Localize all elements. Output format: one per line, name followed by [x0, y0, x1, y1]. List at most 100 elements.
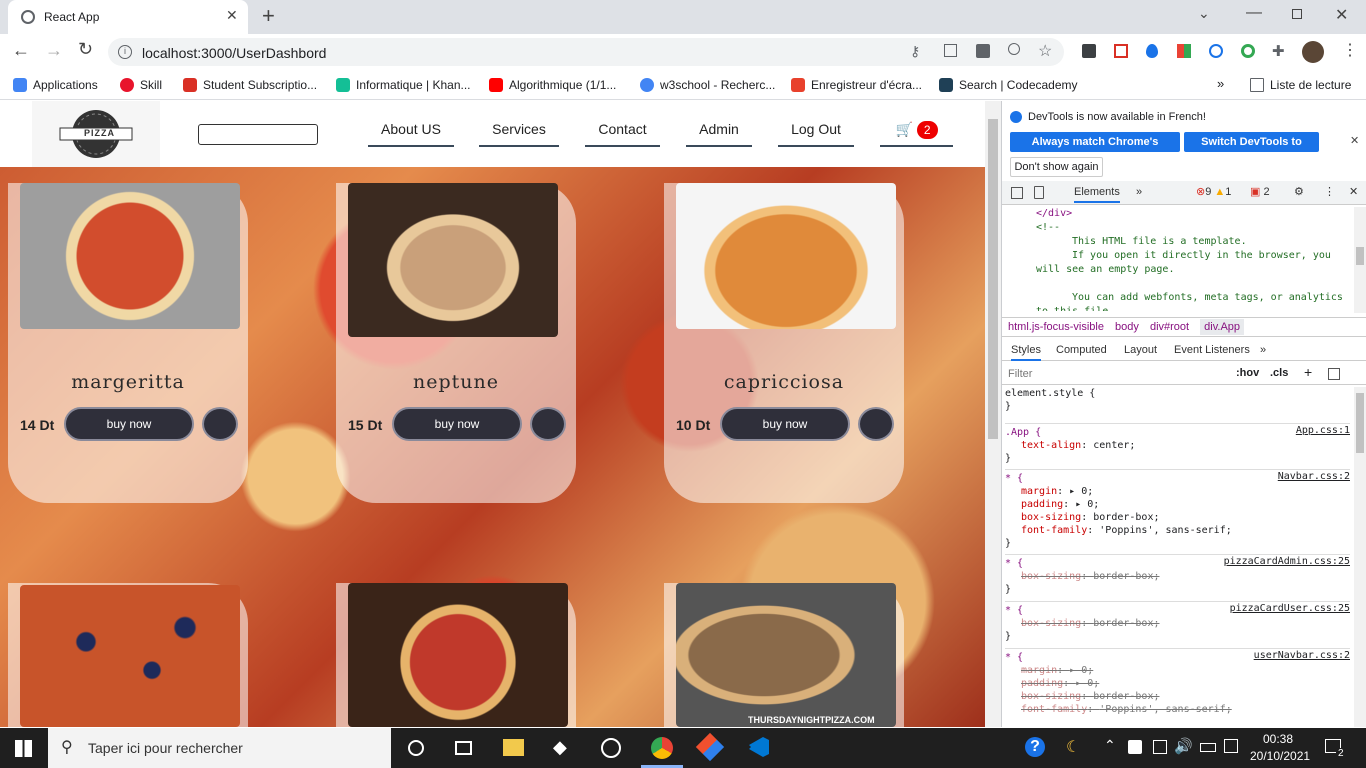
- css-property[interactable]: box-sizing: border-box;: [1005, 690, 1350, 703]
- nav-logout[interactable]: Log Out: [778, 121, 854, 147]
- css-property[interactable]: box-sizing: border-box;: [1005, 511, 1350, 524]
- key-icon[interactable]: ⚷: [910, 43, 920, 60]
- rule-source[interactable]: userNavbar.css:2: [1254, 649, 1350, 662]
- taskbar-search[interactable]: ⚲ Taper ici pour rechercher: [48, 728, 391, 768]
- url-text[interactable]: localhost:3000/UserDashbord: [142, 45, 326, 61]
- nav-services[interactable]: Services: [479, 121, 559, 147]
- nav-contact[interactable]: Contact: [585, 121, 660, 147]
- css-property[interactable]: box-sizing: border-box;: [1005, 617, 1350, 630]
- favorite-button[interactable]: [530, 407, 566, 441]
- translate-icon[interactable]: [976, 44, 990, 58]
- file-explorer-icon[interactable]: [503, 739, 524, 756]
- minimize-icon[interactable]: —: [1246, 4, 1262, 22]
- css-property[interactable]: margin: ▸ 0;: [1005, 664, 1350, 677]
- clock-time[interactable]: 00:38: [1263, 732, 1293, 746]
- rule-selector[interactable]: .App {: [1005, 427, 1041, 438]
- dom-line[interactable]: <!--: [1002, 221, 1354, 235]
- git-icon[interactable]: [695, 732, 725, 762]
- dom-line[interactable]: This HTML file is a template.: [1002, 235, 1354, 249]
- subtab-layout[interactable]: Layout: [1124, 339, 1157, 361]
- menu-kebab-icon[interactable]: ⋮: [1342, 40, 1358, 60]
- css-property[interactable]: font-family: 'Poppins', sans-serif;: [1005, 524, 1350, 537]
- always-match-button[interactable]: Always match Chrome's language: [1010, 132, 1180, 168]
- rule-selector[interactable]: * {: [1005, 473, 1023, 484]
- browser-tab[interactable]: React App ✕: [8, 0, 248, 34]
- network-icon[interactable]: [1153, 740, 1167, 754]
- avatar[interactable]: [1302, 41, 1324, 63]
- night-mode-icon[interactable]: ☾: [1066, 737, 1080, 757]
- forward-icon[interactable]: →: [45, 40, 63, 61]
- rule-source[interactable]: pizzaCardAdmin.css:25: [1224, 555, 1350, 568]
- reading-list[interactable]: Liste de lecture: [1250, 76, 1351, 94]
- tab-elements[interactable]: Elements: [1074, 181, 1120, 203]
- css-property[interactable]: box-sizing: border-box;: [1005, 570, 1350, 583]
- extension-circle-icon[interactable]: [1209, 44, 1223, 58]
- chrome-icon[interactable]: [651, 737, 673, 759]
- buy-now-button[interactable]: buy now: [720, 407, 850, 441]
- dom-scrollbar[interactable]: [1354, 207, 1366, 313]
- rule-selector[interactable]: * {: [1005, 605, 1023, 616]
- cortana-icon[interactable]: [408, 740, 424, 756]
- more-tabs-icon[interactable]: »: [1136, 181, 1142, 203]
- buy-now-button[interactable]: buy now: [392, 407, 522, 441]
- inspect-icon[interactable]: [1011, 187, 1023, 199]
- task-view-icon[interactable]: [455, 741, 472, 755]
- device-icon[interactable]: [1034, 186, 1044, 199]
- bookmark-algorithmique[interactable]: Algorithmique (1/1...: [489, 76, 616, 94]
- bookmark-applications[interactable]: Applications: [13, 76, 98, 94]
- close-devtools-icon[interactable]: ✕: [1349, 181, 1358, 203]
- nav-about[interactable]: About US: [368, 121, 454, 147]
- close-notice-icon[interactable]: ✕: [1350, 134, 1359, 147]
- bookmark-student[interactable]: Student Subscriptio...: [183, 76, 317, 94]
- breadcrumb-item[interactable]: body: [1115, 321, 1139, 333]
- bookmark-skill[interactable]: Skill: [120, 76, 162, 94]
- pizza-logo[interactable]: PIZZA: [32, 101, 160, 167]
- favorite-button[interactable]: [858, 407, 894, 441]
- search-input[interactable]: [198, 124, 318, 145]
- battery-icon[interactable]: [1200, 743, 1216, 752]
- switch-french-button[interactable]: Switch DevTools to French: [1184, 132, 1319, 168]
- share-icon[interactable]: [944, 44, 957, 57]
- vscode-icon[interactable]: [749, 737, 769, 757]
- hov-toggle[interactable]: :hov: [1236, 367, 1259, 379]
- styles-filter-input[interactable]: Filter: [1008, 368, 1228, 380]
- css-property[interactable]: margin: ▸ 0;: [1005, 485, 1350, 498]
- styles-scrollbar-thumb[interactable]: [1356, 393, 1364, 453]
- rule-source[interactable]: App.css:1: [1296, 424, 1350, 437]
- tray-chevron-icon[interactable]: ⌃: [1104, 737, 1116, 754]
- cls-toggle[interactable]: .cls: [1270, 367, 1288, 379]
- sidebar-toggle-icon[interactable]: [1328, 368, 1340, 380]
- extensions-puzzle-icon[interactable]: ✚: [1272, 42, 1285, 60]
- bookmark-enregistreur[interactable]: Enregistreur d'écra...: [791, 76, 922, 94]
- dom-line[interactable]: to this file.: [1002, 305, 1354, 311]
- error-count[interactable]: ⊗9 ▲1: [1196, 181, 1231, 203]
- more-bookmarks-icon[interactable]: »: [1217, 76, 1224, 91]
- dom-line[interactable]: You can add webfonts, meta tags, or anal…: [1002, 291, 1354, 305]
- new-rule-icon[interactable]: +: [1304, 364, 1312, 380]
- app-house-icon[interactable]: [601, 738, 621, 758]
- bookmark-khan[interactable]: Informatique | Khan...: [336, 76, 471, 94]
- rule-selector[interactable]: element.style {: [1005, 387, 1350, 400]
- dom-line[interactable]: will see an empty page.: [1002, 263, 1354, 277]
- tab-search-icon[interactable]: ⌄: [1198, 5, 1210, 22]
- restore-icon[interactable]: [1292, 9, 1302, 19]
- info-icon[interactable]: i: [118, 45, 132, 59]
- extension-drop-icon[interactable]: [1146, 44, 1158, 58]
- bookmark-star-icon[interactable]: ☆: [1038, 41, 1052, 61]
- clock-date[interactable]: 20/10/2021: [1250, 749, 1310, 763]
- close-tab-icon[interactable]: ✕: [226, 7, 238, 24]
- breadcrumb-item[interactable]: div#root: [1150, 321, 1189, 333]
- rule-source[interactable]: pizzaCardUser.css:25: [1230, 602, 1350, 615]
- back-icon[interactable]: ←: [12, 40, 30, 61]
- breadcrumb-item[interactable]: div.App: [1200, 319, 1245, 335]
- security-icon[interactable]: [1128, 740, 1142, 754]
- issues-count[interactable]: ▣ 2: [1250, 181, 1270, 203]
- extension-grid-icon[interactable]: [1177, 44, 1191, 58]
- nav-cart[interactable]: 🛒 2: [880, 121, 953, 147]
- dom-scrollbar-thumb[interactable]: [1356, 247, 1364, 265]
- css-property[interactable]: padding: ▸ 0;: [1005, 677, 1350, 690]
- rule-selector[interactable]: * {: [1005, 558, 1023, 569]
- settings-gear-icon[interactable]: ⚙: [1294, 181, 1304, 203]
- css-property[interactable]: padding: ▸ 0;: [1005, 498, 1350, 511]
- subtab-styles[interactable]: Styles: [1011, 339, 1041, 361]
